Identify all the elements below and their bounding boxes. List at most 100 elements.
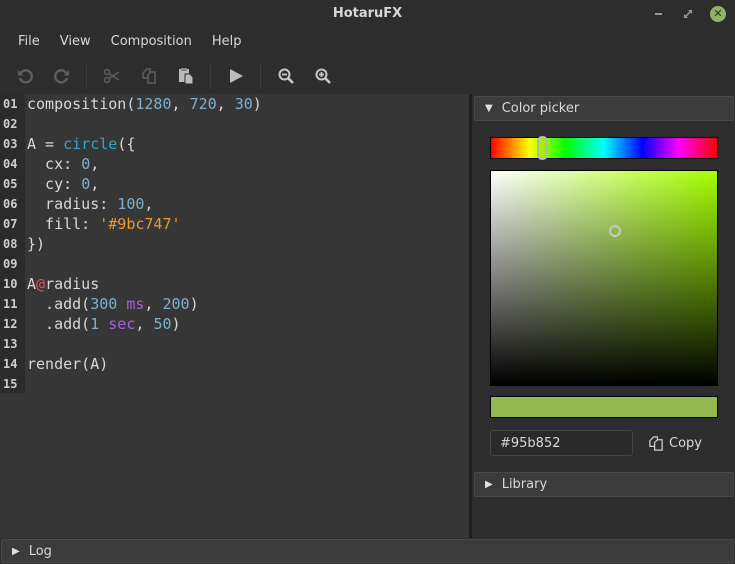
code-line[interactable]: 08}) <box>0 234 470 254</box>
code-token: .add( <box>27 315 91 333</box>
copy-color-button[interactable]: Copy <box>648 430 702 456</box>
code-token: 100 <box>117 195 145 213</box>
zoom-out-button[interactable] <box>273 63 299 89</box>
line-number: 03 <box>3 137 18 151</box>
code-token: 1280 <box>135 95 172 113</box>
close-button[interactable]: ✕ <box>710 6 726 22</box>
code-token: 0 <box>81 155 91 173</box>
right-panel: ▼ Color picker Copy ▶ Library <box>471 94 735 538</box>
line-number: 07 <box>3 217 18 231</box>
paste-icon <box>179 68 194 85</box>
code-line[interactable]: 09 <box>0 254 470 274</box>
code-token: fill: <box>27 215 100 233</box>
zoom-out-icon <box>278 68 294 84</box>
code-token: , <box>144 195 154 213</box>
menu-help[interactable]: Help <box>204 30 250 54</box>
paste-button[interactable] <box>173 63 199 89</box>
code-token: 1 <box>90 315 100 333</box>
menu-bar: File View Composition Help <box>0 30 735 54</box>
code-token: ms <box>126 295 145 313</box>
code-token: @ <box>36 275 46 293</box>
line-number: 04 <box>3 157 18 171</box>
menu-view[interactable]: View <box>52 30 99 54</box>
code-text: .add(1 sec, 50) <box>25 314 181 334</box>
library-title: Library <box>501 477 548 492</box>
line-number: 15 <box>3 377 18 391</box>
menu-file[interactable]: File <box>10 30 48 54</box>
code-line[interactable]: 05 cy: 0, <box>0 174 470 194</box>
saturation-value-picker[interactable] <box>490 170 718 386</box>
maximize-button[interactable] <box>680 6 696 22</box>
cut-button[interactable] <box>99 63 125 89</box>
scissors-icon <box>103 68 120 84</box>
code-token: , <box>135 315 154 333</box>
code-line[interactable]: 12 .add(1 sec, 50) <box>0 314 470 334</box>
undo-icon <box>18 69 33 84</box>
code-line[interactable]: 13 <box>0 334 470 354</box>
code-token: radius <box>45 275 100 293</box>
color-picker-header[interactable]: ▼ Color picker <box>474 96 734 121</box>
code-text: cy: 0, <box>25 174 99 194</box>
redo-button[interactable] <box>49 63 75 89</box>
code-token: circle <box>63 135 118 153</box>
saturation-value-handle[interactable] <box>609 224 622 237</box>
code-token: 30 <box>234 95 253 113</box>
redo-icon <box>54 69 69 84</box>
code-text: fill: '#9bc747' <box>25 214 180 234</box>
log-header[interactable]: ▶ Log <box>1 539 734 563</box>
title-bar: HotaruFX ✕ <box>0 0 735 28</box>
hue-slider[interactable] <box>490 136 718 160</box>
code-line[interactable]: 14 render(A) <box>0 354 470 374</box>
copy-button[interactable] <box>136 63 162 89</box>
collapsed-triangle-icon: ▶ <box>485 479 493 490</box>
log-title: Log <box>28 543 52 559</box>
code-line[interactable]: 03 A = circle({ <box>0 134 470 154</box>
code-token: , <box>216 95 235 113</box>
code-editor[interactable]: 01 composition(1280, 720, 30) 02 03 A = circ… <box>0 94 471 538</box>
collapsed-triangle-icon: ▶ <box>12 545 20 557</box>
code-line[interactable]: 04 cx: 0, <box>0 154 470 174</box>
code-text: A = circle({ <box>25 134 135 154</box>
code-token: 300 <box>90 295 118 313</box>
play-button[interactable] <box>223 63 249 89</box>
expanded-triangle-icon: ▼ <box>485 103 493 114</box>
code-text: }) <box>25 234 45 254</box>
copy-icon <box>649 435 663 451</box>
line-number: 12 <box>3 317 18 331</box>
play-icon <box>230 69 243 83</box>
code-line[interactable]: 01 composition(1280, 720, 30) <box>0 94 470 114</box>
code-line[interactable]: 02 <box>0 114 470 134</box>
code-line[interactable]: 06 radius: 100, <box>0 194 470 214</box>
minimize-button[interactable] <box>650 6 666 22</box>
hex-color-input[interactable] <box>490 430 633 456</box>
restore-icon <box>684 10 692 18</box>
code-token: }) <box>27 235 46 253</box>
minimize-icon <box>654 13 662 15</box>
code-token: , <box>171 95 190 113</box>
copy-label: Copy <box>669 435 702 451</box>
library-header[interactable]: ▶ Library <box>474 472 734 497</box>
code-line[interactable]: 07 fill: '#9bc747' <box>0 214 470 234</box>
undo-button[interactable] <box>12 63 38 89</box>
menu-composition[interactable]: Composition <box>103 30 200 54</box>
line-number: 13 <box>3 337 18 351</box>
hue-slider-handle[interactable] <box>537 136 549 160</box>
code-token: ) <box>171 315 181 333</box>
copy-icon <box>142 68 156 84</box>
code-token: , <box>90 175 100 193</box>
toolbar <box>0 60 735 92</box>
code-token: cx: <box>27 155 82 173</box>
code-token: sec <box>108 315 136 333</box>
code-line[interactable]: 11 .add(300 ms, 200) <box>0 294 470 314</box>
code-line[interactable]: 10 A@radius <box>0 274 470 294</box>
code-token: A <box>27 275 37 293</box>
code-text: cx: 0, <box>25 154 99 174</box>
code-token: , <box>144 295 163 313</box>
code-line[interactable]: 15 <box>0 374 470 394</box>
close-icon: ✕ <box>713 7 723 20</box>
code-token: ) <box>252 95 262 113</box>
window-title: HotaruFX <box>332 6 403 21</box>
zoom-in-button[interactable] <box>310 63 336 89</box>
line-number: 11 <box>3 297 18 311</box>
line-number: 06 <box>3 197 18 211</box>
